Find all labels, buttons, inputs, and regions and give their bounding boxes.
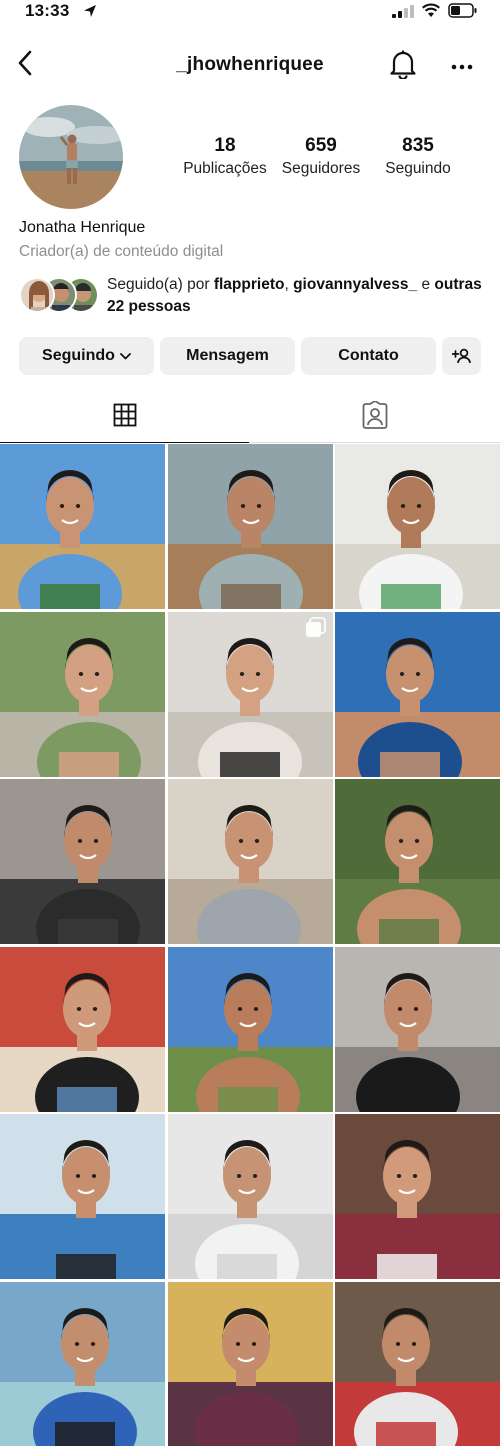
grid-icon: [113, 403, 137, 432]
tagged-icon: [361, 399, 389, 434]
post-thumbnail[interactable]: [167, 444, 333, 609]
post-thumbnail[interactable]: [335, 779, 500, 944]
post-photo: [0, 946, 165, 1112]
more-options-button[interactable]: [446, 50, 478, 82]
post-photo: [167, 946, 333, 1112]
post-thumbnail[interactable]: [0, 1281, 165, 1446]
tab-posts-grid[interactable]: [0, 392, 249, 443]
following-button-label: Seguindo: [42, 347, 115, 364]
status-time: 13:33: [25, 1, 70, 20]
mutual-avatar-1: [19, 277, 55, 313]
mutual-prefix: Seguido(a) por: [107, 276, 214, 293]
post-photo: [0, 779, 165, 944]
post-thumbnail[interactable]: [0, 1114, 165, 1279]
post-thumbnail[interactable]: [167, 611, 333, 777]
post-photo: [0, 1281, 165, 1446]
post-photo: [0, 611, 165, 777]
wifi-icon: [421, 3, 441, 23]
post-photo: [167, 611, 333, 777]
stat-followers[interactable]: 659 Seguidores: [276, 135, 366, 178]
stat-following[interactable]: 835 Seguindo: [378, 135, 458, 178]
stat-posts-label: Publicações: [183, 160, 267, 177]
mutual-user-1[interactable]: flapprieto: [214, 276, 285, 293]
cellular-signal-icon: [392, 4, 414, 23]
more-dots-icon: [451, 57, 473, 75]
mutual-separator: ,: [284, 276, 294, 293]
post-photo: [335, 779, 500, 944]
post-photo: [167, 444, 333, 609]
contact-button[interactable]: Contato: [301, 337, 436, 375]
profile-header: _jhowhenriquee: [0, 44, 500, 88]
mutual-user-2[interactable]: giovannyalvess_: [293, 276, 417, 293]
profile-display-name: Jonatha Henrique: [19, 219, 146, 236]
profile-tabs: [0, 392, 500, 443]
status-indicators: [392, 3, 478, 23]
post-photo: [335, 444, 500, 609]
stat-followers-value: 659: [305, 135, 337, 156]
post-thumbnail[interactable]: [335, 1114, 500, 1279]
post-thumbnail[interactable]: [0, 444, 165, 609]
stat-followers-label: Seguidores: [281, 160, 361, 177]
chevron-down-icon: [120, 352, 131, 360]
post-photo: [335, 611, 500, 777]
following-button[interactable]: Seguindo: [19, 337, 154, 375]
post-photo: [335, 1281, 500, 1446]
profile-username: _jhowhenriquee: [176, 54, 324, 75]
post-thumbnail[interactable]: [335, 611, 500, 777]
battery-icon: [448, 3, 478, 23]
post-thumbnail[interactable]: [335, 444, 500, 609]
post-thumbnail[interactable]: [335, 1281, 500, 1446]
mutual-followers-avatars[interactable]: [19, 277, 99, 315]
bell-icon: [389, 49, 417, 84]
post-photo: [0, 1114, 165, 1279]
mutual-conj: e: [417, 276, 435, 293]
stat-posts-value: 18: [214, 135, 236, 156]
avatar-photo: [19, 105, 123, 209]
profile-category: Criador(a) de conteúdo digital: [19, 243, 224, 260]
location-arrow-icon: [82, 3, 98, 19]
stat-following-value: 835: [402, 135, 434, 156]
status-bar: 13:33: [0, 0, 500, 24]
post-photo: [335, 946, 500, 1112]
tab-tagged[interactable]: [250, 392, 499, 443]
add-user-icon: [451, 348, 472, 364]
post-thumbnail[interactable]: [0, 779, 165, 944]
mutual-followers-text[interactable]: Seguido(a) por flapprieto, giovannyalves…: [107, 274, 487, 318]
post-thumbnail[interactable]: [167, 1114, 333, 1279]
post-photo: [167, 779, 333, 944]
post-thumbnail[interactable]: [167, 779, 333, 944]
contact-button-label: Contato: [338, 347, 399, 364]
post-thumbnail[interactable]: [167, 946, 333, 1112]
post-thumbnail[interactable]: [335, 946, 500, 1112]
post-photo: [167, 1281, 333, 1446]
post-photo: [335, 1114, 500, 1279]
stat-posts[interactable]: 18 Publicações: [181, 135, 269, 178]
profile-avatar[interactable]: [19, 105, 123, 209]
message-button-label: Mensagem: [186, 347, 269, 364]
message-button[interactable]: Mensagem: [160, 337, 295, 375]
post-thumbnail[interactable]: [167, 1281, 333, 1446]
post-photo: [167, 1114, 333, 1279]
suggested-users-button[interactable]: [442, 337, 481, 375]
post-thumbnail[interactable]: [0, 946, 165, 1112]
post-photo: [0, 444, 165, 609]
stat-following-label: Seguindo: [385, 160, 451, 177]
notifications-button[interactable]: [387, 49, 419, 84]
post-thumbnail[interactable]: [0, 611, 165, 777]
